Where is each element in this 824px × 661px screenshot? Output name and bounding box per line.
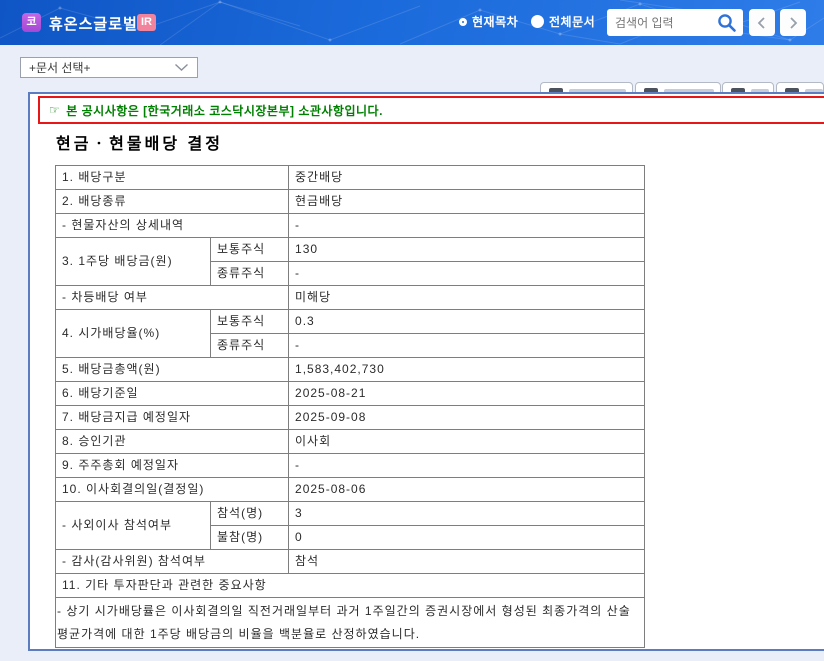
table-value-cell: 2025-08-21 <box>289 382 645 406</box>
radio-whole-document-label: 전체문서 <box>549 13 595 30</box>
table-row: - 감사(감사위원) 참석여부참석 <box>56 550 645 574</box>
table-value-cell: 이사회 <box>289 430 645 454</box>
header-bar: 코 휴온스글로벌 IR 현재목차 전체문서 <box>0 0 824 45</box>
dividend-decision-table: 1. 배당구분중간배당2. 배당종류현금배당- 현물자산의 상세내역-3. 1주… <box>55 165 645 648</box>
magnifier-icon[interactable] <box>716 12 738 34</box>
table-sublabel-cell: 보통주식 <box>211 310 289 334</box>
table-value-cell: 1,583,402,730 <box>289 358 645 382</box>
radio-solid-icon <box>531 15 544 28</box>
market-kosdaq-badge: 코 <box>22 13 41 32</box>
table-label-cell: - 차등배당 여부 <box>56 286 289 310</box>
table-value-cell: 참석 <box>289 550 645 574</box>
table-row: 3. 1주당 배당금(원)보통주식130 <box>56 238 645 262</box>
chevron-left-icon <box>756 16 768 30</box>
table-label-cell: 3. 1주당 배당금(원) <box>56 238 211 286</box>
table-row: 9. 주주총회 예정일자- <box>56 454 645 478</box>
table-row: 5. 배당금총액(원)1,583,402,730 <box>56 358 645 382</box>
table-value-cell: - <box>289 454 645 478</box>
table-label-cell: 4. 시가배당율(%) <box>56 310 211 358</box>
table-label-cell: - 현물자산의 상세내역 <box>56 214 289 238</box>
table-fullwidth-cell: 11. 기타 투자판단과 관련한 중요사항 <box>56 574 645 598</box>
table-value-cell: 0 <box>289 526 645 550</box>
table-value-cell: 130 <box>289 238 645 262</box>
next-result-button[interactable] <box>780 9 806 36</box>
table-label-cell: 9. 주주총회 예정일자 <box>56 454 289 478</box>
company-name: 휴온스글로벌 <box>49 13 138 34</box>
table-label-cell: 7. 배당금지급 예정일자 <box>56 406 289 430</box>
jurisdiction-notice-text: 본 공시사항은 [한국거래소 코스닥시장본부] 소관사항입니다. <box>66 102 383 119</box>
table-value-cell: - <box>289 262 645 286</box>
table-value-cell: 2025-08-06 <box>289 478 645 502</box>
table-row: 2. 배당종류현금배당 <box>56 190 645 214</box>
chevron-down-icon <box>174 63 189 72</box>
document-select-label: +문서 선택+ <box>29 59 91 76</box>
table-sublabel-cell: 종류주식 <box>211 262 289 286</box>
table-row: - 차등배당 여부미해당 <box>56 286 645 310</box>
table-row: 10. 이사회결의일(결정일)2025-08-06 <box>56 478 645 502</box>
table-label-cell: 6. 배당기준일 <box>56 382 289 406</box>
prev-result-button[interactable] <box>749 9 775 36</box>
table-row: 1. 배당구분중간배당 <box>56 166 645 190</box>
search-input[interactable] <box>607 16 716 30</box>
table-row: 4. 시가배당율(%)보통주식0.3 <box>56 310 645 334</box>
table-row: - 현물자산의 상세내역- <box>56 214 645 238</box>
disclosure-viewer-window: 코 휴온스글로벌 IR 현재목차 전체문서 <box>0 0 824 661</box>
table-row: 8. 승인기관이사회 <box>56 430 645 454</box>
radio-current-toc[interactable]: 현재목차 <box>459 13 518 30</box>
table-label-cell: 10. 이사회결의일(결정일) <box>56 478 289 502</box>
radio-ring-icon <box>459 18 467 26</box>
pointer-hand-icon: ☞ <box>49 103 60 117</box>
table-row: 11. 기타 투자판단과 관련한 중요사항 <box>56 574 645 598</box>
table-row: 7. 배당금지급 예정일자2025-09-08 <box>56 406 645 430</box>
ir-badge: IR <box>137 14 156 31</box>
table-sublabel-cell: 보통주식 <box>211 238 289 262</box>
table-sublabel-cell: 종류주식 <box>211 334 289 358</box>
table-value-cell: 2025-09-08 <box>289 406 645 430</box>
radio-current-toc-label: 현재목차 <box>472 13 518 30</box>
chevron-right-icon <box>787 16 799 30</box>
table-row: - 상기 시가배당률은 이사회결의일 직전거래일부터 과거 1주일간의 증권시장… <box>56 598 645 648</box>
document-panel: ☞ 본 공시사항은 [한국거래소 코스닥시장본부] 소관사항입니다. 현금ㆍ현물… <box>28 92 824 651</box>
table-value-cell: 0.3 <box>289 310 645 334</box>
table-value-cell: 미해당 <box>289 286 645 310</box>
table-row: - 사외이사 참석여부참석(명)3 <box>56 502 645 526</box>
jurisdiction-notice: ☞ 본 공시사항은 [한국거래소 코스닥시장본부] 소관사항입니다. <box>38 96 824 124</box>
table-label-cell: 8. 승인기관 <box>56 430 289 454</box>
table-value-cell: 중간배당 <box>289 166 645 190</box>
table-label-cell: 1. 배당구분 <box>56 166 289 190</box>
radio-whole-document[interactable]: 전체문서 <box>531 13 595 30</box>
table-sublabel-cell: 불참(명) <box>211 526 289 550</box>
table-row: 6. 배당기준일2025-08-21 <box>56 382 645 406</box>
table-value-cell: - <box>289 334 645 358</box>
table-value-cell: - <box>289 214 645 238</box>
table-sublabel-cell: 참석(명) <box>211 502 289 526</box>
table-label-cell: 2. 배당종류 <box>56 190 289 214</box>
table-label-cell: - 사외이사 참석여부 <box>56 502 211 550</box>
document-select-dropdown[interactable]: +문서 선택+ <box>20 57 198 78</box>
table-label-cell: 5. 배당금총액(원) <box>56 358 289 382</box>
table-value-cell: 3 <box>289 502 645 526</box>
search-box <box>607 9 743 36</box>
document-title: 현금ㆍ현물배당 결정 <box>56 130 223 154</box>
table-fullwidth-cell: - 상기 시가배당률은 이사회결의일 직전거래일부터 과거 1주일간의 증권시장… <box>56 598 645 648</box>
table-label-cell: - 감사(감사위원) 참석여부 <box>56 550 289 574</box>
table-value-cell: 현금배당 <box>289 190 645 214</box>
